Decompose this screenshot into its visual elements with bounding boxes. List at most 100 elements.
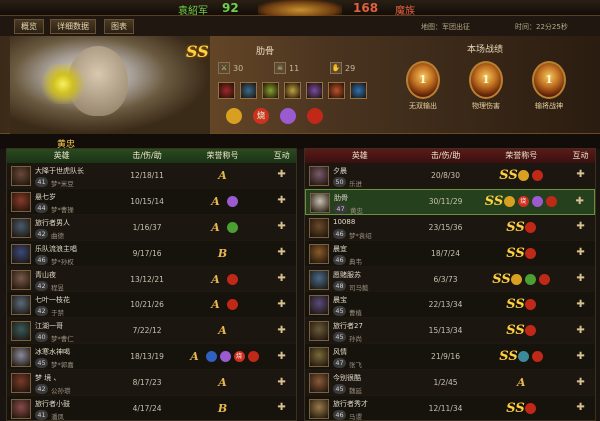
add-friend-icon[interactable]: ✚ (275, 246, 289, 260)
player-name: 晨宝 (333, 296, 347, 305)
table-row[interactable]: 悬七岁 44 梦*曹操 10/15/14 A ✚ (7, 188, 296, 215)
player-name: 青山夜 (35, 270, 56, 279)
team-right-name: 魔族 (395, 6, 415, 17)
honor-cell: SS (476, 349, 566, 364)
item-slot[interactable] (218, 82, 235, 99)
table-row[interactable]: 旅行者27 45 孙尚 15/13/34 SS ✚ (305, 318, 595, 345)
add-friend-icon[interactable]: ✚ (275, 376, 289, 390)
player-name: 冰寒水神喝 (35, 348, 70, 357)
deaths-stat: ☠ 11 (274, 62, 324, 74)
add-friend-icon[interactable]: ✚ (574, 401, 588, 415)
player-name: 乐队流浪主唱 (35, 244, 77, 253)
add-friend-icon[interactable]: ✚ (574, 324, 588, 338)
tab-details[interactable]: 详细数据 (50, 19, 96, 34)
honor-cell: SS (476, 246, 566, 261)
item-slot[interactable] (262, 82, 279, 99)
add-friend-icon[interactable]: ✚ (275, 401, 289, 415)
table-row[interactable]: 旅行者男人 42 曲德 1/16/37 A ✚ (7, 214, 296, 241)
item-slot[interactable] (284, 82, 301, 99)
item-slot[interactable] (328, 82, 345, 99)
honor-badge-icon (226, 195, 238, 207)
table-row[interactable]: 旅行者秀才 46 马谡 12/11/34 SS ✚ (305, 396, 595, 420)
add-friend-icon[interactable]: ✚ (574, 272, 588, 286)
hero-banner: SS 肋骨 ⚔ 30 ☠ 11 ✋ 29 烧 本场战绩 1 无双输出 1 物理伤害 1… (0, 36, 600, 134)
item-slot[interactable] (240, 82, 257, 99)
kda-value: 8/17/23 (132, 378, 162, 388)
level-badge: 45 (333, 306, 346, 317)
add-friend-icon[interactable]: ✚ (574, 376, 588, 390)
player-name: 风情 (333, 348, 347, 357)
kda-value: 10/15/14 (130, 196, 164, 206)
add-friend-icon[interactable]: ✚ (275, 298, 289, 312)
player-name: 夕晨 (333, 167, 347, 175)
helping-hand-icon: ✋ (330, 62, 342, 74)
kda-value: 6/3/73 (433, 274, 458, 284)
table-row[interactable]: 风情 47 张飞 21/9/16 SS ✚ (305, 344, 595, 371)
honor-cell: A (178, 169, 267, 182)
honor-badge-icon (525, 299, 537, 311)
action-cell: ✚ (267, 376, 296, 390)
table-row[interactable]: 肋骨 47 黄忠 30/11/29 SS 烧 ✚ (305, 188, 595, 215)
hero-name: 于禁 (51, 309, 64, 318)
honor-badge-icon (525, 247, 537, 259)
table-row[interactable]: 江湖一哥 40 梦*曹仁 7/22/12 A ✚ (7, 318, 296, 345)
add-friend-icon[interactable]: ✚ (573, 195, 587, 209)
add-friend-icon[interactable]: ✚ (275, 220, 289, 234)
player-name: 悬七岁 (35, 192, 56, 201)
table-row[interactable]: 冰寒水神喝 45 梦*郭嘉 18/13/19 A 烧 ✚ (7, 344, 296, 371)
honor-cell: B (178, 402, 267, 415)
table-row[interactable]: 夕晨 50 乐进 20/8/30 SS ✚ (305, 163, 595, 189)
table-row[interactable]: 梦 境 、 42 公孙瓒 8/17/23 A ✚ (7, 370, 296, 397)
table-row[interactable]: 愿赌服苏 48 司马懿 6/3/73 SS ✚ (305, 266, 595, 293)
add-friend-icon[interactable]: ✚ (574, 350, 588, 364)
record-medal-1: 1 无双输出 (398, 61, 448, 111)
add-friend-icon[interactable]: ✚ (574, 246, 588, 260)
honor-cell: SS (476, 323, 566, 338)
left-team-table: 英雄 击/伤/助 荣誉称号 互动 大降于世虎队长 41 梦*米豆 12/18/11 A ✚… (6, 148, 297, 421)
player-cell: 旅行者秀才 46 马谡 (305, 396, 415, 420)
level-badge: 42 (35, 306, 48, 317)
table-row[interactable]: 晨宝 45 曹植 22/13/34 SS ✚ (305, 292, 595, 319)
item-slot[interactable] (350, 82, 367, 99)
honor-cell: A (178, 376, 267, 389)
add-friend-icon[interactable]: ✚ (574, 168, 588, 182)
add-friend-icon[interactable]: ✚ (275, 324, 289, 338)
player-name: 10088 (333, 217, 356, 226)
item-slot[interactable] (306, 82, 323, 99)
player-cell: 夕晨 50 乐进 (305, 163, 415, 188)
honor-badge-icon: 烧 (253, 108, 269, 124)
header-honor: 荣誉称号 (206, 151, 239, 160)
table-row[interactable]: 今别很酷 45 魏延 1/2/45 A ✚ (305, 370, 595, 397)
add-friend-icon[interactable]: ✚ (275, 194, 289, 208)
skull-icon: ☠ (274, 62, 286, 74)
player-cell: 悬七岁 44 梦*曹操 (7, 189, 116, 214)
honor-cell: A (476, 376, 566, 389)
tab-overview[interactable]: 概览 (14, 19, 44, 34)
table-row[interactable]: 青山夜 42 程昱 13/12/21 A ✚ (7, 266, 296, 293)
player-cell: 青山夜 42 程昱 (7, 267, 116, 292)
player-name: 旅行者27 (333, 322, 363, 331)
add-friend-icon[interactable]: ✚ (574, 298, 588, 312)
left-team-rows: 大降于世虎队长 41 梦*米豆 12/18/11 A ✚ 悬七岁 44 梦*曹操 10/15/14… (7, 163, 296, 420)
header-kda: 击/伤/助 (132, 151, 162, 160)
add-friend-icon[interactable]: ✚ (574, 220, 588, 234)
hero-avatar (309, 399, 329, 420)
hero-portrait (10, 36, 210, 134)
table-row[interactable]: 旅行者小鼓 41 潘凤 4/17/24 B ✚ (7, 396, 296, 420)
player-name: 旅行者秀才 (333, 400, 368, 409)
tab-charts[interactable]: 图表 (104, 19, 134, 34)
kda-value: 1/16/37 (132, 222, 162, 232)
table-row[interactable]: 七叶一枝花 42 于禁 10/21/26 A ✚ (7, 292, 296, 319)
table-row[interactable]: 大降于世虎队长 41 梦*米豆 12/18/11 A ✚ (7, 163, 296, 189)
table-row[interactable]: 晨宜 46 典韦 18/7/24 SS ✚ (305, 240, 595, 267)
add-friend-icon[interactable]: ✚ (275, 272, 289, 286)
hero-name: 肋骨 (256, 47, 275, 57)
add-friend-icon[interactable]: ✚ (275, 350, 289, 364)
action-cell: ✚ (267, 350, 296, 364)
table-row[interactable]: 乐队流浪主唱 46 梦*孙权 9/17/16 B ✚ (7, 240, 296, 267)
kills-stat: ⚔ 30 (218, 62, 268, 74)
table-row[interactable]: 10088 46 梦*袁绍 23/15/36 SS ✚ (305, 214, 595, 241)
kills-value: 30 (233, 63, 244, 73)
add-friend-icon[interactable]: ✚ (275, 168, 289, 182)
honor-badge-icon (545, 196, 557, 208)
